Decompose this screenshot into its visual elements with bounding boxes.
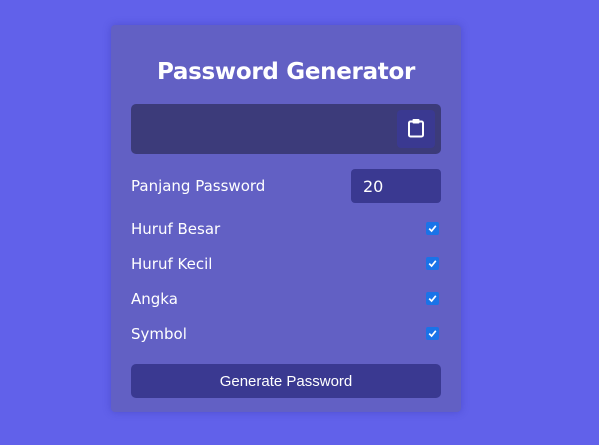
lowercase-checkbox[interactable] [426,257,439,270]
option-row-numbers: Angka [131,281,441,316]
password-result-box [131,104,441,154]
checkmark-icon [428,330,437,338]
option-label-lowercase: Huruf Kecil [131,254,213,273]
option-label-uppercase: Huruf Besar [131,219,221,238]
length-input[interactable] [351,169,441,203]
option-label-numbers: Angka [131,289,178,308]
clipboard-icon [407,118,425,141]
length-label: Panjang Password [131,177,266,195]
option-row-uppercase: Huruf Besar [131,211,441,246]
checkmark-icon [428,295,437,303]
option-row-lowercase: Huruf Kecil [131,246,441,281]
copy-to-clipboard-button[interactable] [397,110,435,148]
length-row: Panjang Password [131,169,441,203]
option-label-symbols: Symbol [131,324,187,343]
password-generator-card: Password Generator Panjang Password Huru… [111,25,461,412]
numbers-checkbox[interactable] [426,292,439,305]
symbols-checkbox[interactable] [426,327,439,340]
page-title: Password Generator [156,59,416,85]
checkmark-icon [428,260,437,268]
uppercase-checkbox[interactable] [426,222,439,235]
generate-password-button[interactable]: Generate Password [131,364,441,398]
option-row-symbols: Symbol [131,316,441,351]
checkmark-icon [428,225,437,233]
